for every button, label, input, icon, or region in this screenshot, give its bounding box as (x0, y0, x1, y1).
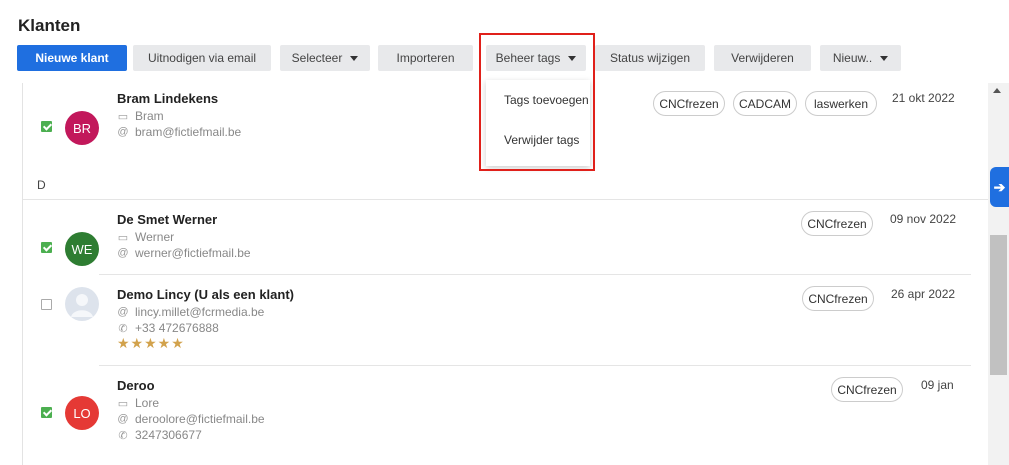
caret-down-icon (350, 55, 359, 61)
rating-stars: ★★★★★ (117, 335, 185, 351)
client-firstname: ▭ Werner (117, 230, 174, 244)
scroll-up-arrow-icon[interactable] (993, 88, 1001, 93)
client-firstname: ▭ Bram (117, 109, 164, 123)
divider (99, 365, 971, 366)
at-icon: @ (117, 126, 129, 138)
arrow-right-icon[interactable]: ➔ (990, 167, 1009, 207)
select-dropdown-button[interactable]: Selecteer (280, 45, 370, 71)
select-label: Selecteer (291, 51, 343, 65)
avatar: WE (65, 232, 99, 266)
client-firstname-text: Werner (135, 230, 175, 244)
tag-chip[interactable]: laswerken (805, 91, 877, 116)
client-date: 09 nov 2022 (890, 212, 957, 226)
menu-item-remove-tags[interactable]: Verwijder tags (504, 133, 579, 147)
import-button[interactable]: Importeren (378, 45, 473, 71)
divider (99, 274, 971, 275)
phone-icon: ✆ (118, 429, 128, 442)
delete-button[interactable]: Verwijderen (714, 45, 811, 71)
tag-chip[interactable]: CNCfrezen (831, 377, 903, 402)
new-more-dropdown-button[interactable]: Nieuw.. (820, 45, 901, 71)
id-card-icon: ▭ (117, 110, 129, 123)
id-card-icon: ▭ (117, 397, 129, 410)
tag-chip[interactable]: CNCfrezen (801, 211, 873, 236)
at-icon: @ (117, 306, 129, 318)
invite-email-button[interactable]: Uitnodigen via email (133, 45, 271, 71)
divider (23, 199, 989, 200)
id-card-icon: ▭ (117, 231, 129, 244)
menu-item-add-tags[interactable]: Tags toevoegen (504, 93, 589, 107)
client-date: 09 jan (921, 378, 954, 392)
client-name[interactable]: Deroo (117, 378, 155, 393)
row-checkbox[interactable] (41, 407, 52, 418)
client-name[interactable]: De Smet Werner (117, 212, 217, 227)
phone-icon: ✆ (118, 322, 128, 335)
tag-chip[interactable]: CADCAM (733, 91, 797, 116)
client-firstname: ▭ Lore (117, 396, 159, 410)
client-phone: ✆ +33 472676888 (117, 321, 219, 335)
client-date: 26 apr 2022 (891, 287, 956, 301)
tag-chip[interactable]: CNCfrezen (802, 286, 874, 311)
change-status-button[interactable]: Status wijzigen (595, 45, 705, 71)
new-client-button[interactable]: Nieuwe klant (17, 45, 127, 71)
manage-tags-button[interactable]: Beheer tags (486, 45, 586, 71)
manage-tags-label: Beheer tags (495, 51, 561, 65)
toolbar: Nieuwe klant Uitnodigen via email Select… (0, 45, 1009, 71)
client-email-text: deroolore@fictiefmail.be (135, 412, 265, 426)
new-more-label: Nieuw.. (832, 51, 873, 65)
client-date: 21 okt 2022 (892, 91, 955, 105)
page-title: Klanten (18, 16, 81, 35)
client-firstname-text: Lore (135, 396, 160, 410)
client-email: @ bram@fictiefmail.be (117, 125, 241, 139)
client-email: @ werner@fictiefmail.be (117, 246, 251, 260)
client-email: @ lincy.millet@fcrmedia.be (117, 305, 264, 319)
caret-down-icon (880, 55, 889, 61)
row-checkbox[interactable] (41, 121, 52, 132)
client-name[interactable]: Demo Lincy (U als een klant) (117, 287, 294, 302)
caret-down-icon (568, 55, 577, 61)
user-silhouette-icon (71, 294, 93, 317)
avatar-placeholder (65, 287, 99, 321)
section-letter: D (37, 178, 46, 192)
client-email-text: werner@fictiefmail.be (135, 246, 251, 260)
client-email-text: bram@fictiefmail.be (135, 125, 242, 139)
at-icon: @ (117, 247, 129, 259)
avatar: BR (65, 111, 99, 145)
client-phone-text: +33 472676888 (135, 321, 219, 335)
tag-chip[interactable]: CNCfrezen (653, 91, 725, 116)
row-checkbox[interactable] (41, 242, 52, 253)
avatar: LO (65, 396, 99, 430)
manage-tags-menu: Tags toevoegen Verwijder tags (486, 80, 590, 166)
client-phone-text: 3247306677 (135, 428, 202, 442)
scrollbar-thumb[interactable] (990, 235, 1007, 375)
client-name[interactable]: Bram Lindekens (117, 91, 218, 106)
client-email: @ deroolore@fictiefmail.be (117, 412, 265, 426)
client-phone: ✆ 3247306677 (117, 428, 202, 442)
client-firstname-text: Bram (135, 109, 164, 123)
row-checkbox[interactable] (41, 299, 52, 310)
at-icon: @ (117, 413, 129, 425)
client-email-text: lincy.millet@fcrmedia.be (135, 305, 265, 319)
